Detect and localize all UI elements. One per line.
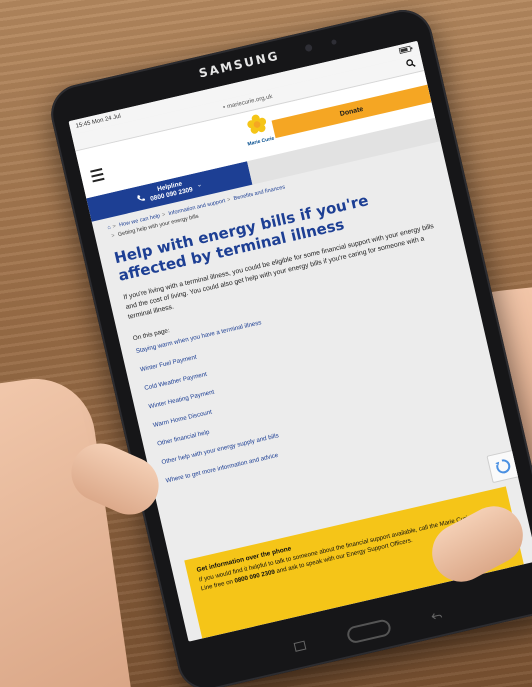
link-other-financial-help[interactable]: Other financial help <box>157 367 480 448</box>
back-icon[interactable] <box>430 611 443 621</box>
link-energy-supply-bills[interactable]: Other help with your energy supply and b… <box>161 385 484 467</box>
search-icon[interactable] <box>405 58 416 68</box>
lock-icon: • <box>222 104 227 112</box>
logo-text: Marie Curie <box>247 135 275 148</box>
battery-icon <box>398 45 414 56</box>
home-icon[interactable]: ⌂ <box>107 225 112 232</box>
recaptcha-icon <box>495 459 511 474</box>
menu-icon[interactable] <box>90 168 105 185</box>
recent-apps-icon[interactable] <box>293 640 307 652</box>
daffodil-icon <box>247 114 267 134</box>
link-more-information[interactable]: Where to get more information and advice <box>165 404 488 485</box>
recaptcha-badge[interactable] <box>486 449 521 484</box>
left-hand <box>0 371 133 687</box>
photo-scene: SAMSUNG 15:45 Mon 24 Jul • mariecurie.or… <box>0 0 532 687</box>
marie-curie-logo[interactable]: Marie Curie <box>240 111 276 148</box>
phone-icon <box>137 195 146 201</box>
breadcrumb-separator: > <box>112 223 117 231</box>
tablet-device: SAMSUNG 15:45 Mon 24 Jul • mariecurie.or… <box>45 4 532 687</box>
home-button[interactable] <box>345 618 393 645</box>
chevron-down-icon: ⌄ <box>196 181 203 189</box>
